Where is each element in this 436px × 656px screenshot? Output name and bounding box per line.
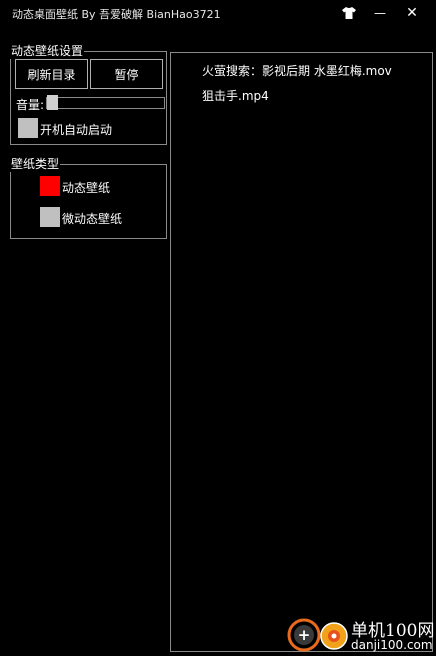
refresh-directory-button[interactable]: 刷新目录 (15, 59, 88, 89)
close-icon: ✕ (406, 5, 418, 21)
wallpaper-type-group-label: 壁纸类型 (10, 155, 61, 172)
settings-group-label: 动态壁纸设置 (10, 42, 85, 59)
watermark-url: danji100.com (351, 638, 433, 652)
list-item[interactable]: 狙击手.mp4 (202, 87, 269, 104)
window-title: 动态桌面壁纸 By 吾爱破解 BianHao3721 (12, 8, 221, 21)
micro-dynamic-wallpaper-label: 微动态壁纸 (62, 212, 123, 226)
volume-slider[interactable] (46, 95, 165, 110)
volume-slider-thumb[interactable] (47, 95, 58, 110)
autostart-label: 开机自动启动 (40, 123, 113, 137)
wallpaper-file-list[interactable]: 火萤搜索：影视后期 水墨红梅.mov 狙击手.mp4 (170, 52, 433, 652)
list-item[interactable]: 火萤搜索：影视后期 水墨红梅.mov (202, 62, 392, 79)
micro-dynamic-wallpaper-option[interactable] (40, 207, 60, 227)
tshirt-icon (342, 7, 356, 19)
minimize-icon: — (374, 6, 386, 20)
close-button[interactable]: ✕ (400, 3, 424, 23)
pause-button[interactable]: 暂停 (90, 59, 163, 89)
minimize-button[interactable]: — (368, 3, 392, 23)
autostart-checkbox[interactable] (18, 118, 38, 138)
danji100-logo-icon: + (287, 618, 348, 652)
dynamic-wallpaper-option[interactable] (40, 176, 60, 196)
skin-button[interactable] (337, 3, 361, 23)
watermark-logo: + 单机100网 danji100.com (287, 612, 436, 656)
dynamic-wallpaper-label: 动态壁纸 (62, 181, 111, 195)
volume-label: 音量: (16, 98, 45, 112)
title-bar[interactable]: 动态桌面壁纸 By 吾爱破解 BianHao3721 — ✕ (0, 0, 436, 28)
svg-text:+: + (298, 626, 311, 644)
wallpaper-type-group (10, 164, 167, 239)
